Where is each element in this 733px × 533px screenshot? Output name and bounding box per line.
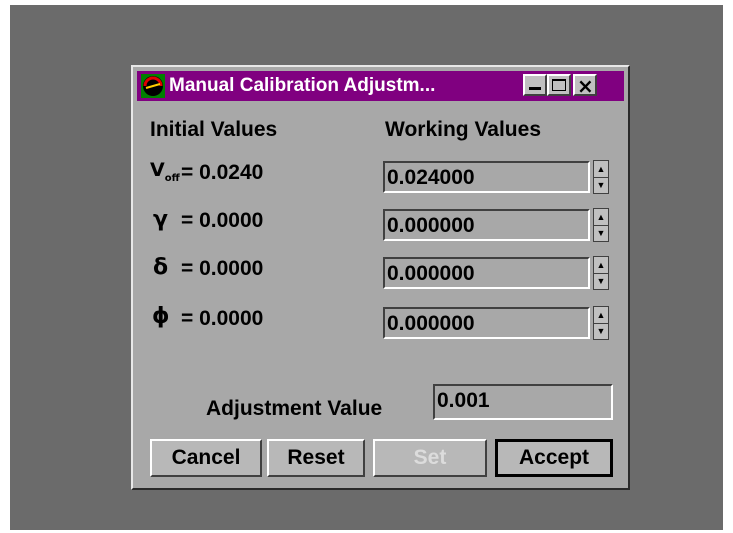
spin-up-icon[interactable]: ▲ bbox=[594, 307, 608, 324]
spin-down-icon[interactable]: ▼ bbox=[594, 177, 608, 193]
adjustment-value-label: Adjustment Value bbox=[206, 397, 383, 420]
delta-spinner[interactable]: ▲ ▼ bbox=[593, 256, 609, 290]
window-title: Manual Calibration Adjustm... bbox=[169, 75, 436, 96]
voff-spinner[interactable]: ▲ ▼ bbox=[593, 160, 609, 194]
working-values-header: Working Values bbox=[385, 118, 541, 141]
cancel-button[interactable]: Cancel bbox=[150, 439, 262, 477]
gamma-working-field[interactable]: 0.000000 bbox=[383, 209, 590, 241]
gamma-initial-value: = 0.0000 bbox=[181, 209, 264, 232]
voff-working-field[interactable]: 0.024000 bbox=[383, 161, 590, 193]
close-icon: × bbox=[577, 74, 594, 98]
close-button[interactable]: × bbox=[573, 74, 597, 98]
accept-button[interactable]: Accept bbox=[495, 439, 613, 477]
voff-symbol: Voff bbox=[150, 159, 180, 184]
app-icon bbox=[141, 74, 165, 98]
delta-symbol: δ bbox=[153, 255, 169, 280]
gamma-spinner[interactable]: ▲ ▼ bbox=[593, 208, 609, 242]
gamma-symbol: γ bbox=[153, 207, 168, 232]
phi-symbol: ϕ bbox=[152, 304, 170, 329]
spin-up-icon[interactable]: ▲ bbox=[594, 161, 608, 178]
spin-up-icon[interactable]: ▲ bbox=[594, 257, 608, 274]
phi-working-field[interactable]: 0.000000 bbox=[383, 307, 590, 339]
manual-calibration-dialog: Manual Calibration Adjustm... × Initial … bbox=[131, 65, 630, 490]
voff-initial-value: = 0.0240 bbox=[181, 161, 264, 184]
maximize-button[interactable] bbox=[547, 74, 571, 96]
spin-down-icon[interactable]: ▼ bbox=[594, 273, 608, 289]
reset-button[interactable]: Reset bbox=[267, 439, 365, 477]
minimize-button[interactable] bbox=[523, 74, 547, 96]
title-bar[interactable]: Manual Calibration Adjustm... × bbox=[137, 71, 624, 101]
accept-button-label: Accept bbox=[518, 446, 590, 469]
set-button[interactable]: Set bbox=[373, 439, 487, 477]
phi-initial-value: = 0.0000 bbox=[181, 307, 264, 330]
delta-initial-value: = 0.0000 bbox=[181, 257, 264, 280]
spin-up-icon[interactable]: ▲ bbox=[594, 209, 608, 226]
delta-working-field[interactable]: 0.000000 bbox=[383, 257, 590, 289]
maximize-icon bbox=[552, 79, 566, 91]
initial-values-header: Initial Values bbox=[150, 118, 278, 141]
minimize-icon bbox=[529, 87, 541, 90]
phi-spinner[interactable]: ▲ ▼ bbox=[593, 306, 609, 340]
adjustment-value-field[interactable]: 0.001 bbox=[433, 384, 613, 420]
spin-down-icon[interactable]: ▼ bbox=[594, 225, 608, 241]
spin-down-icon[interactable]: ▼ bbox=[594, 323, 608, 339]
